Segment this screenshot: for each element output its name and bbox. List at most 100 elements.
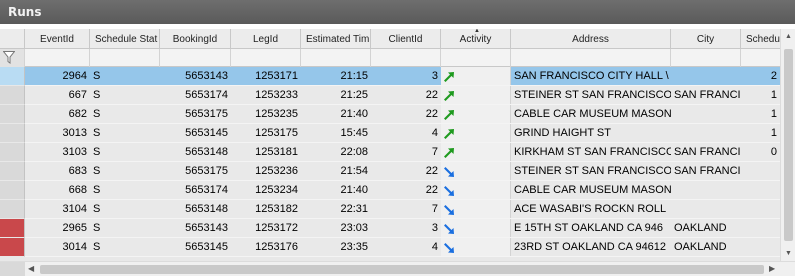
table-row[interactable]: 683 S 5653175 1253236 21:54 22 STEINER ST SAN … xyxy=(0,162,780,181)
grid-header: EventId Schedule Stat BookingId LegId Es… xyxy=(0,29,795,49)
cell-address: E 15TH ST OAKLAND CA 946 xyxy=(514,222,663,234)
cell-schedule xyxy=(741,219,780,238)
row-indicator[interactable] xyxy=(0,219,25,238)
column-header-bookingid[interactable]: BookingId xyxy=(160,29,231,49)
cell-clientid: 3 xyxy=(431,222,438,234)
table-row[interactable]: 3014 S 5653145 1253176 23:35 4 23RD ST OAKLAND… xyxy=(0,238,780,257)
cell-estimated-time: 21:25 xyxy=(340,89,368,101)
filter-cell-schedule-status[interactable] xyxy=(90,49,160,67)
table-row[interactable]: 667 S 5653174 1253233 21:25 22 STEINER ST SAN … xyxy=(0,86,780,105)
filter-cell-estimated-time[interactable] xyxy=(301,49,371,67)
filter-cell-address[interactable] xyxy=(511,49,671,67)
column-header-estimated-time[interactable]: Estimated Tim xyxy=(301,29,371,49)
dropoff-arrow-icon xyxy=(444,186,454,196)
cell-schedule: 1 xyxy=(770,89,777,101)
vertical-scroll-thumb[interactable] xyxy=(784,49,793,241)
cell-clientid: 4 xyxy=(431,127,438,139)
row-indicator[interactable] xyxy=(0,67,25,86)
cell-bookingid: 5653143 xyxy=(185,70,228,82)
cell-city xyxy=(671,105,741,124)
cell-activity xyxy=(441,143,511,162)
cell-schedule-status: S xyxy=(93,127,101,139)
cell-activity xyxy=(441,67,511,86)
cell-clientid: 22 xyxy=(425,108,438,120)
table-row[interactable]: 682 S 5653175 1253235 21:40 22 CABLE CAR MUSEU… xyxy=(0,105,780,124)
scroll-down-icon[interactable]: ▼ xyxy=(785,250,792,257)
scroll-left-icon[interactable]: ◀ xyxy=(28,264,34,273)
cell-schedule: 1 xyxy=(770,127,777,139)
row-indicator[interactable] xyxy=(0,162,25,181)
filter-cell-activity[interactable] xyxy=(441,49,511,67)
column-header-legid[interactable]: LegId xyxy=(231,29,301,49)
cell-activity xyxy=(441,124,511,143)
cell-city xyxy=(671,181,741,200)
cell-eventid: 683 xyxy=(68,165,87,177)
column-header-address[interactable]: Address xyxy=(511,29,671,49)
cell-city: SAN FRANCI xyxy=(674,165,741,177)
cell-schedule xyxy=(741,238,780,257)
pickup-arrow-icon xyxy=(444,72,454,82)
cell-schedule: 0 xyxy=(770,146,777,158)
pickup-arrow-icon xyxy=(444,148,454,158)
cell-schedule: 2 xyxy=(770,70,777,82)
row-indicator[interactable] xyxy=(0,105,25,124)
cell-bookingid: 5653148 xyxy=(185,203,228,215)
cell-city: OAKLAND xyxy=(674,241,727,253)
dropoff-arrow-icon xyxy=(444,167,454,177)
filter-cell-clientid[interactable] xyxy=(371,49,441,67)
cell-estimated-time: 22:31 xyxy=(340,203,368,215)
filter-cell-city[interactable] xyxy=(671,49,741,67)
table-row[interactable]: 3104 S 5653148 1253182 22:31 7 ACE WASABI'S RO… xyxy=(0,200,780,219)
vertical-scrollbar[interactable]: ▲ ▼ xyxy=(780,29,795,261)
cell-schedule-status: S xyxy=(93,165,101,177)
table-row[interactable]: 3103 S 5653148 1253181 22:08 7 KIRKHAM ST SAN … xyxy=(0,143,780,162)
dropoff-arrow-icon xyxy=(444,205,454,215)
cell-legid: 1253181 xyxy=(255,146,298,158)
filter-toggle[interactable] xyxy=(0,49,25,67)
filter-funnel-icon[interactable] xyxy=(3,51,15,64)
row-indicator[interactable] xyxy=(0,238,25,257)
row-indicator[interactable] xyxy=(0,200,25,219)
table-row[interactable]: 668 S 5653174 1253234 21:40 22 CABLE CAR MUSEU… xyxy=(0,181,780,200)
row-indicator[interactable] xyxy=(0,124,25,143)
filter-cell-legid[interactable] xyxy=(231,49,301,67)
cell-bookingid: 5653175 xyxy=(185,165,228,177)
cell-activity xyxy=(441,219,511,238)
cell-bookingid: 5653175 xyxy=(185,108,228,120)
scroll-up-icon[interactable]: ▲ xyxy=(785,33,792,40)
cell-estimated-time: 15:45 xyxy=(340,127,368,139)
runs-grid: EventId Schedule Stat BookingId LegId Es… xyxy=(0,29,795,276)
table-row[interactable]: 2964 S 5653143 1253171 21:15 3 SAN FRANCISCO C… xyxy=(0,67,780,86)
filter-cell-bookingid[interactable] xyxy=(160,49,231,67)
column-header-schedule-status[interactable]: Schedule Stat xyxy=(90,29,160,49)
cell-eventid: 667 xyxy=(68,89,87,101)
horizontal-scrollbar[interactable]: ◀ ▶ xyxy=(0,261,795,276)
cell-city xyxy=(671,124,741,143)
cell-legid: 1253233 xyxy=(255,89,298,101)
row-indicator[interactable] xyxy=(0,86,25,105)
cell-legid: 1253234 xyxy=(255,184,298,196)
filter-cell-eventid[interactable] xyxy=(25,49,90,67)
column-header-eventid[interactable]: EventId xyxy=(25,29,90,49)
cell-schedule-status: S xyxy=(93,146,101,158)
column-header-clientid[interactable]: ClientId xyxy=(371,29,441,49)
column-header-city[interactable]: City xyxy=(671,29,741,49)
pickup-arrow-icon xyxy=(444,91,454,101)
horizontal-scroll-thumb[interactable] xyxy=(40,265,764,274)
table-row[interactable]: 3013 S 5653145 1253175 15:45 4 GRIND HAIGHT ST… xyxy=(0,124,780,143)
cell-bookingid: 5653145 xyxy=(185,127,228,139)
cell-activity xyxy=(441,238,511,257)
cell-legid: 1253171 xyxy=(255,70,298,82)
cell-eventid: 668 xyxy=(68,184,87,196)
cell-address: CABLE CAR MUSEUM MASON xyxy=(514,184,671,196)
scroll-right-icon[interactable]: ▶ xyxy=(769,264,775,273)
cell-eventid: 3103 xyxy=(62,146,87,158)
table-row[interactable]: 2965 S 5653143 1253172 23:03 3 E 15TH ST OAKLA… xyxy=(0,219,780,238)
filter-row xyxy=(0,49,795,67)
row-indicator[interactable] xyxy=(0,143,25,162)
cell-clientid: 22 xyxy=(425,184,438,196)
cell-estimated-time: 21:40 xyxy=(340,108,368,120)
row-indicator[interactable] xyxy=(0,181,25,200)
cell-eventid: 3104 xyxy=(62,203,87,215)
dropoff-arrow-icon xyxy=(444,243,454,253)
